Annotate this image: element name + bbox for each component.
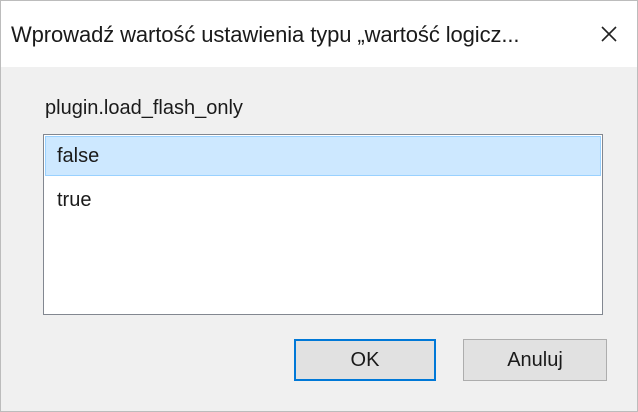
boolean-preference-dialog: Wprowadź wartość ustawienia typu „wartoś… [0,0,638,412]
dialog-title: Wprowadź wartość ustawienia typu „wartoś… [11,22,520,47]
close-button[interactable] [581,1,637,67]
preference-name-label: plugin.load_flash_only [45,97,243,119]
value-listbox[interactable]: false true [43,134,603,315]
close-icon [601,26,617,42]
cancel-button[interactable]: Anuluj [463,339,607,381]
list-item-false[interactable]: false [45,136,601,176]
title-bar[interactable]: Wprowadź wartość ustawienia typu „wartoś… [1,1,637,67]
ok-button[interactable]: OK [294,339,436,381]
list-item-true[interactable]: true [45,180,601,220]
